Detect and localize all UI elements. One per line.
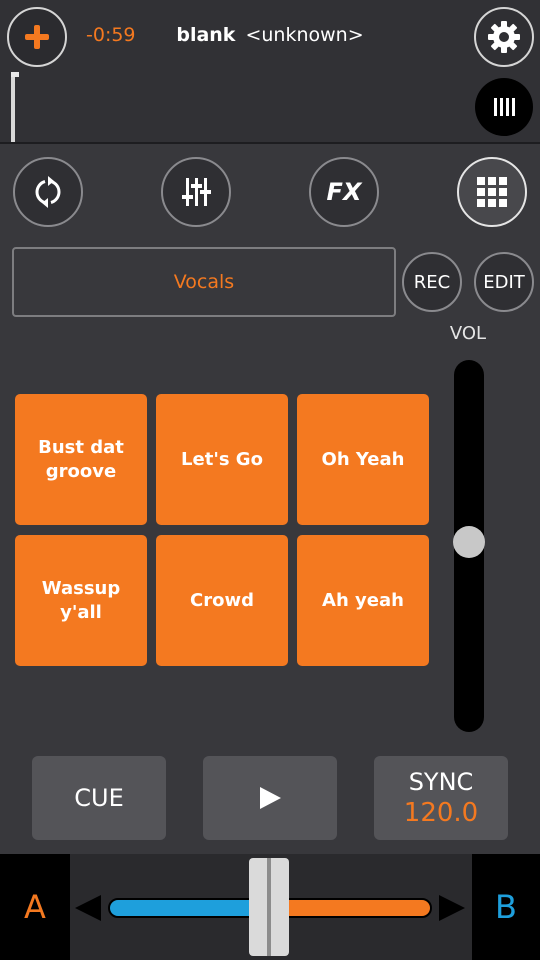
grid-icon xyxy=(477,177,507,207)
sync-button[interactable]: SYNC 120.0 xyxy=(374,756,508,840)
deck-header xyxy=(0,0,540,144)
waveform-playhead[interactable] xyxy=(11,72,15,142)
play-button[interactable] xyxy=(203,756,337,840)
track-info: blank <unknown> xyxy=(0,24,540,46)
eq-sliders-icon xyxy=(182,178,211,206)
bars-icon xyxy=(494,98,515,116)
loop-icon xyxy=(35,176,61,208)
sample-pad[interactable]: Crowd xyxy=(156,535,288,666)
loop-button[interactable] xyxy=(13,157,83,227)
sample-pad-label: Crowd xyxy=(190,589,254,611)
sample-pad[interactable]: Let's Go xyxy=(156,394,288,525)
sample-pad-label: Let's Go xyxy=(181,448,263,470)
sampler-button[interactable] xyxy=(457,157,527,227)
crossfader-deck-a-fill xyxy=(110,900,270,916)
settings-button[interactable] xyxy=(474,7,534,67)
sample-pad-label: Bust dat groove xyxy=(38,436,124,482)
deck-a-button[interactable]: A xyxy=(0,854,70,960)
crossfader-deck-b-fill xyxy=(270,900,430,916)
rec-label: REC xyxy=(413,271,451,293)
sample-pad[interactable]: Ah yeah xyxy=(297,535,429,666)
deck-b-label: B xyxy=(495,888,517,926)
deck-b-button[interactable]: B xyxy=(472,854,540,960)
track-artist: <unknown> xyxy=(245,24,364,46)
edit-button[interactable]: EDIT xyxy=(474,252,534,312)
waveform-view-button[interactable] xyxy=(475,78,533,136)
waveform-playhead-cap xyxy=(11,72,19,77)
sample-bank-name: Vocals xyxy=(173,271,235,293)
play-icon xyxy=(260,787,281,809)
volume-slider-knob[interactable] xyxy=(453,526,485,558)
volume-label: VOL xyxy=(449,323,487,344)
crossfader-knob-line xyxy=(267,858,271,956)
cue-label: CUE xyxy=(74,784,124,812)
sample-pad[interactable]: Bust dat groove xyxy=(15,394,147,525)
deck-a-label: A xyxy=(24,888,46,926)
rec-button[interactable]: REC xyxy=(402,252,462,312)
sample-pad-label: Ah yeah xyxy=(322,589,404,611)
sync-label: SYNC xyxy=(408,768,474,796)
fx-label: FX xyxy=(326,178,362,206)
bpm-readout: 120.0 xyxy=(403,798,479,828)
cue-button[interactable]: CUE xyxy=(32,756,166,840)
chevron-right-icon[interactable] xyxy=(437,895,465,921)
sample-pad[interactable]: Oh Yeah xyxy=(297,394,429,525)
sample-pad-label: Wassup y'all xyxy=(41,577,121,623)
sample-bank-selector[interactable]: Vocals xyxy=(12,247,396,317)
gear-icon xyxy=(488,21,520,53)
chevron-left-icon[interactable] xyxy=(75,895,103,921)
mixer-button[interactable] xyxy=(161,157,231,227)
sample-pad[interactable]: Wassup y'all xyxy=(15,535,147,666)
track-title: blank xyxy=(176,24,236,46)
sample-pad-label: Oh Yeah xyxy=(321,448,405,470)
fx-button[interactable]: FX xyxy=(309,157,379,227)
edit-label: EDIT xyxy=(483,271,525,293)
